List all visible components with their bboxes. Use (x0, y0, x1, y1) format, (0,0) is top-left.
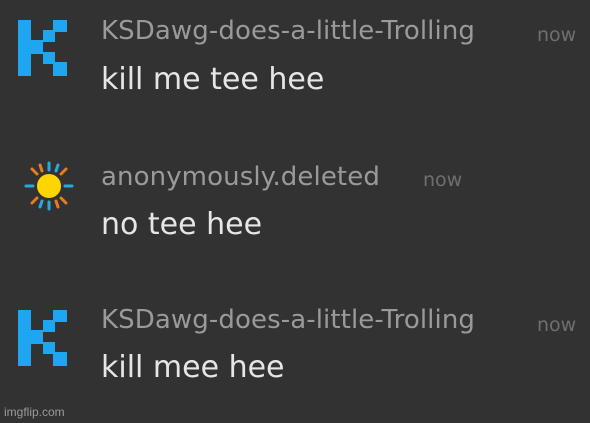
timestamp: now (537, 314, 577, 336)
message-text: kill mee hee (101, 350, 285, 385)
watermark: imgflip.com (4, 405, 65, 419)
k-logo-icon[interactable] (16, 18, 72, 78)
sun-icon[interactable] (22, 159, 76, 213)
timestamp: now (423, 169, 463, 191)
chat-log: KSDawg-does-a-little-Trolling now kill m… (0, 0, 590, 423)
username[interactable]: KSDawg-does-a-little-Trolling (101, 16, 475, 46)
message-text: no tee hee (101, 207, 263, 242)
timestamp: now (537, 24, 577, 46)
k-logo-icon[interactable] (16, 308, 72, 368)
username[interactable]: anonymously.deleted (101, 162, 380, 192)
username[interactable]: KSDawg-does-a-little-Trolling (101, 305, 475, 335)
message-text: kill me tee hee (101, 62, 325, 97)
